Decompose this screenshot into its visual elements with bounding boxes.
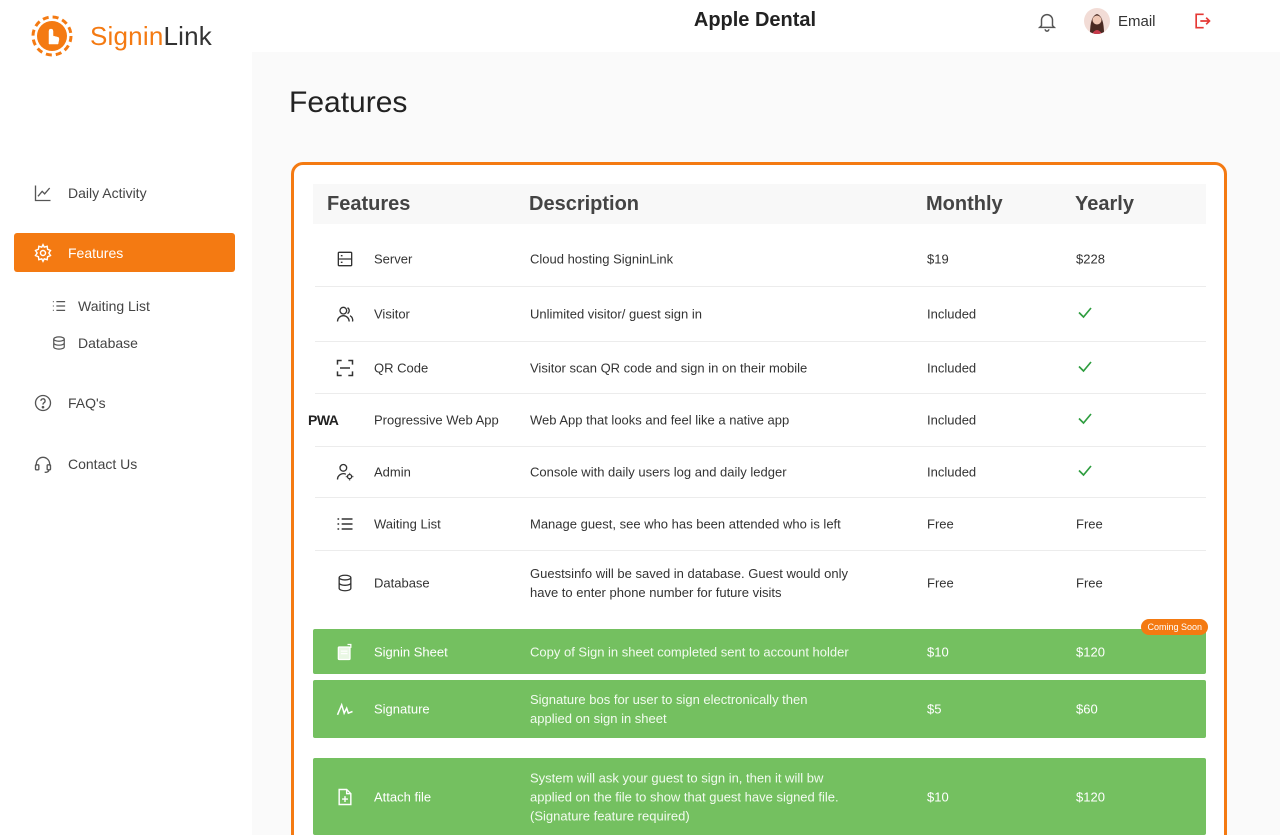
sidebar-item-features[interactable]: Features bbox=[14, 233, 235, 272]
check-icon bbox=[1076, 304, 1094, 325]
logout-icon[interactable] bbox=[1192, 11, 1212, 31]
sheet-icon bbox=[334, 641, 356, 663]
addon-row-signin-sheet: Signin Sheet Copy of Sign in sheet compl… bbox=[313, 619, 1208, 674]
headset-icon bbox=[34, 456, 52, 473]
email-label[interactable]: Email bbox=[1118, 13, 1156, 30]
chart-line-icon bbox=[34, 185, 51, 201]
addon-row-attach-file: Attach file System will ask your guest t… bbox=[313, 758, 1206, 835]
help-icon bbox=[34, 394, 52, 411]
sidebar-item-contact-us[interactable]: Contact Us bbox=[14, 444, 235, 483]
sidebar-item-database[interactable]: Database bbox=[52, 332, 138, 354]
sidebar-item-waiting-list[interactable]: Waiting List bbox=[52, 295, 150, 317]
bell-icon[interactable] bbox=[1036, 10, 1058, 32]
table-row: Server Cloud hosting SigninLink $19 $228 bbox=[315, 232, 1206, 287]
table-header: Features Description Monthly Yearly bbox=[313, 184, 1206, 224]
header-monthly: Monthly bbox=[926, 192, 1003, 215]
server-icon bbox=[334, 248, 356, 270]
list-icon bbox=[52, 301, 66, 311]
signature-icon bbox=[334, 698, 356, 720]
header-description: Description bbox=[529, 192, 640, 215]
header-yearly: Yearly bbox=[1075, 192, 1134, 215]
pwa-icon: PWA bbox=[308, 412, 339, 428]
admin-icon bbox=[334, 461, 356, 483]
check-icon bbox=[1076, 410, 1094, 431]
users-icon bbox=[334, 303, 356, 325]
header-features: Features bbox=[327, 192, 411, 215]
qr-scan-icon bbox=[334, 357, 356, 379]
table-row: Waiting List Manage guest, see who has b… bbox=[315, 498, 1206, 551]
table-row: Database Guestsinfo will be saved in dat… bbox=[315, 551, 1206, 615]
table-row: Admin Console with daily users log and d… bbox=[315, 447, 1206, 498]
file-plus-icon bbox=[334, 786, 356, 808]
addon-row-signature: Signature Signature bos for user to sign… bbox=[313, 680, 1206, 738]
table-row: PWA Progressive Web App Web App that loo… bbox=[308, 394, 1206, 447]
gear-icon bbox=[34, 242, 52, 263]
page-title: Features bbox=[289, 86, 408, 119]
check-icon bbox=[1076, 357, 1094, 378]
features-card: Features Description Monthly Yearly Serv… bbox=[291, 162, 1227, 835]
database-icon bbox=[53, 336, 65, 350]
coming-soon-badge: Coming Soon bbox=[1141, 619, 1208, 635]
avatar[interactable] bbox=[1084, 8, 1110, 34]
header-actions: Email bbox=[1036, 6, 1212, 36]
sidebar-item-faqs[interactable]: FAQ's bbox=[14, 383, 235, 422]
list-icon bbox=[334, 513, 356, 535]
database-icon bbox=[334, 572, 356, 594]
table-row: QR Code Visitor scan QR code and sign in… bbox=[315, 342, 1206, 394]
check-icon bbox=[1076, 462, 1094, 483]
table-row: Visitor Unlimited visitor/ guest sign in… bbox=[315, 287, 1206, 342]
sidebar-item-daily-activity[interactable]: Daily Activity bbox=[14, 173, 235, 212]
